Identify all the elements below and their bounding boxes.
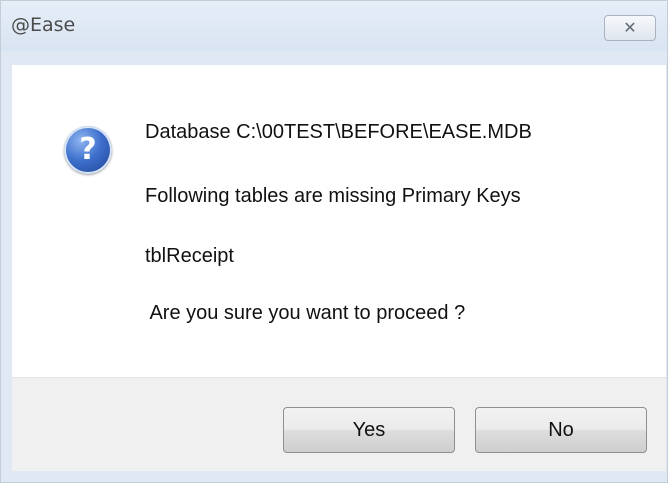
dialog-window: @Ease ✕ ? Database C:\00TEST\BEFORE\EASE…	[0, 0, 668, 483]
title-bar: @Ease ✕	[1, 1, 667, 51]
close-button[interactable]: ✕	[604, 15, 656, 41]
close-icon: ✕	[623, 18, 637, 37]
table-name-text: tblReceipt	[145, 245, 234, 267]
message-area: ? Database C:\00TEST\BEFORE\EASE.MDB Fol…	[12, 65, 666, 377]
window-title: @Ease	[11, 14, 76, 36]
missing-keys-text: Following tables are missing Primary Key…	[145, 185, 521, 207]
dialog-client-area: ? Database C:\00TEST\BEFORE\EASE.MDB Fol…	[12, 65, 666, 471]
yes-button[interactable]: Yes	[283, 407, 455, 453]
question-icon: ?	[64, 126, 112, 174]
database-path-text: Database C:\00TEST\BEFORE\EASE.MDB	[145, 121, 532, 143]
button-bar: Yes No	[12, 377, 666, 471]
confirm-question-text: Are you sure you want to proceed ?	[145, 302, 466, 324]
no-button[interactable]: No	[475, 407, 647, 453]
